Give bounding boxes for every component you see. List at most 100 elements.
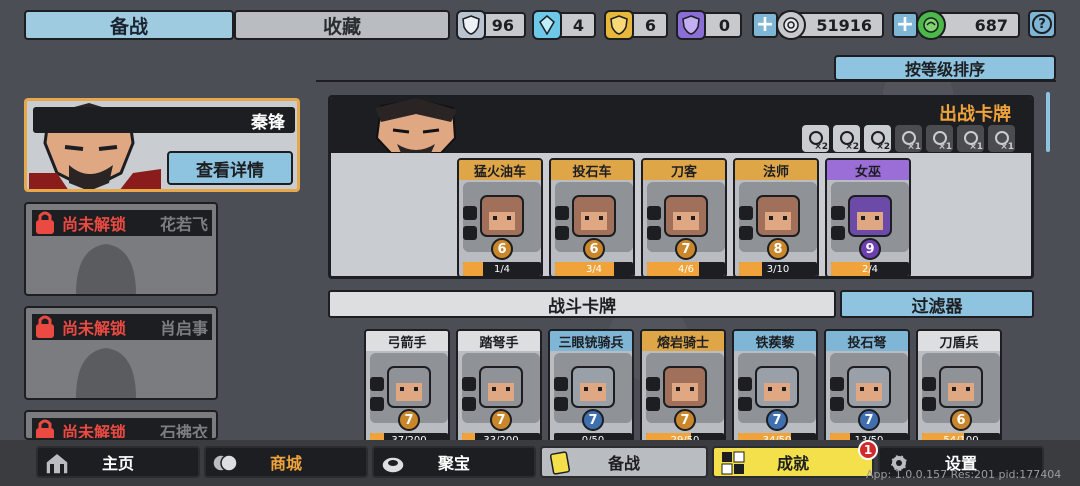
nav-prepare[interactable]: 备战 [540,446,708,478]
unit-card[interactable]: 刀客 7 4/6 [641,158,727,276]
unit-card[interactable]: 三眼铳骑兵70/50 [548,329,634,449]
card-type-icon [831,206,845,220]
card-level: 7 [766,409,788,431]
hero-silhouette [76,244,136,294]
card-type-icon [462,377,476,391]
lock-icon [36,211,54,234]
card-ability-icon [462,397,476,411]
nav-shop[interactable]: 商城 [204,446,368,478]
card-ability-icon [554,397,568,411]
card-type-icon [830,377,844,391]
card-type-icon [738,377,752,391]
nav-shop-label: 商城 [269,454,302,473]
card-progress-text: 3/10 [766,263,790,275]
blue-crystal-icon [532,10,562,40]
slot-multiplier: ×1 [969,142,983,152]
add-gems-button[interactable]: + [892,12,918,38]
card-ability-icon [463,226,477,240]
sort-by-level-button[interactable]: 按等级排序 [834,55,1056,81]
card-name: 女巫 [827,160,909,180]
card-type-icon [370,377,384,391]
unit-card[interactable]: 踏弩手733/200 [456,329,542,449]
card-name: 熔岩骑士 [642,331,724,351]
card-progress: 4/6 [647,262,725,276]
unit-card[interactable]: 猛火油车 6 1/4 [457,158,543,276]
resource-gold-shield: 6 [604,10,668,40]
card-progress-fill [555,262,614,276]
card-level: 7 [675,238,697,260]
card-ability-icon [555,226,569,240]
hero-card-locked[interactable]: 尚未解锁 花若飞 [24,202,218,296]
card-type-icon [646,377,660,391]
scrollbar[interactable] [1046,92,1050,152]
card-level: 9 [859,238,881,260]
fist-icon: ×1 [926,125,953,152]
hero-card-selected[interactable]: 秦锋 查看详情 [24,98,300,192]
card-name: 刀客 [643,160,725,180]
card-progress-fill [739,262,763,276]
card-ability-icon [831,226,845,240]
top-bar: 备战 收藏 96 4 6 0 + 51916 + 687 ? [0,0,1080,48]
cards-icon [549,451,571,475]
unit-card[interactable]: 法师 8 3/10 [733,158,819,276]
hero-name: 秦锋 [33,107,295,133]
card-name: 刀盾兵 [918,331,1000,351]
slot-multiplier: ×2 [814,142,828,152]
locked-hero-name: 花若飞 [159,215,208,234]
card-ability-icon [646,397,660,411]
unit-card[interactable]: 投石弩713/50 [824,329,910,449]
card-ability-icon [647,226,661,240]
sword-icon: ×1 [957,125,984,152]
unit-card[interactable]: 弓箭手737/200 [364,329,450,449]
help-button[interactable]: ? [1028,10,1056,38]
card-ability-icon [922,397,936,411]
card-type-icon [554,377,568,391]
unit-card[interactable]: 熔岩骑士729/50 [640,329,726,449]
resource-purple-shield-value: 0 [718,15,730,35]
card-level: 6 [950,409,972,431]
currency-silver-coin-value: 51916 [816,15,872,35]
nav-prepare-label: 备战 [607,454,640,473]
nav-treasure-label: 聚宝 [437,454,470,473]
locked-status: 尚未解锁 [62,215,127,234]
nav-achievements[interactable]: 成就 [712,446,874,478]
resource-purple-shield: 0 [676,10,742,40]
view-details-button[interactable]: 查看详情 [167,151,293,185]
gold-shield-icon [604,10,634,40]
unit-card[interactable]: 投石车 6 3/4 [549,158,635,276]
tab-prepare[interactable]: 备战 [24,10,234,40]
nav-home[interactable]: 主页 [36,446,200,478]
card-progress-text: 1/4 [493,263,511,275]
card-type-icon [647,206,661,220]
unit-card[interactable]: 刀盾兵654/100 [916,329,1002,449]
currency-green-gem: 687 [916,10,1020,40]
card-progress: 1/4 [463,262,541,276]
lock-bar: 尚未解锁 花若飞 [32,210,212,236]
unit-card[interactable]: 女巫 9 2/4 [825,158,911,276]
deck-title: 出战卡牌 [939,104,1011,125]
nav-treasure[interactable]: 聚宝 [372,446,536,478]
lock-icon [36,315,54,338]
unit-card[interactable]: 铁蒺藜734/50 [732,329,818,449]
slot-multiplier: ×1 [1000,142,1014,152]
hero-silhouette [76,348,136,398]
resource-blue-crystal: 4 [532,10,596,40]
resource-blue-crystal-value: 4 [572,15,584,35]
slot-multiplier: ×1 [938,142,952,152]
hero-card-locked[interactable]: 尚未解锁 石拂衣 [24,410,218,440]
hero-card-locked[interactable]: 尚未解锁 肖启事 [24,306,218,400]
card-name: 投石车 [551,160,633,180]
tab-collection[interactable]: 收藏 [234,10,450,40]
lock-icon [36,419,54,438]
filter-button[interactable]: 过滤器 [840,290,1034,318]
card-progress: 3/4 [555,262,633,276]
card-name: 踏弩手 [458,331,540,351]
currency-silver-coin: 51916 [776,10,884,40]
card-progress-text: 2/4 [861,263,879,275]
card-type-icon [463,206,477,220]
purple-shield-icon [676,10,706,40]
silver-coin-icon [776,10,806,40]
question-icon: ? [1032,14,1052,34]
add-coins-button[interactable]: + [752,12,778,38]
grid-icon [721,451,745,475]
